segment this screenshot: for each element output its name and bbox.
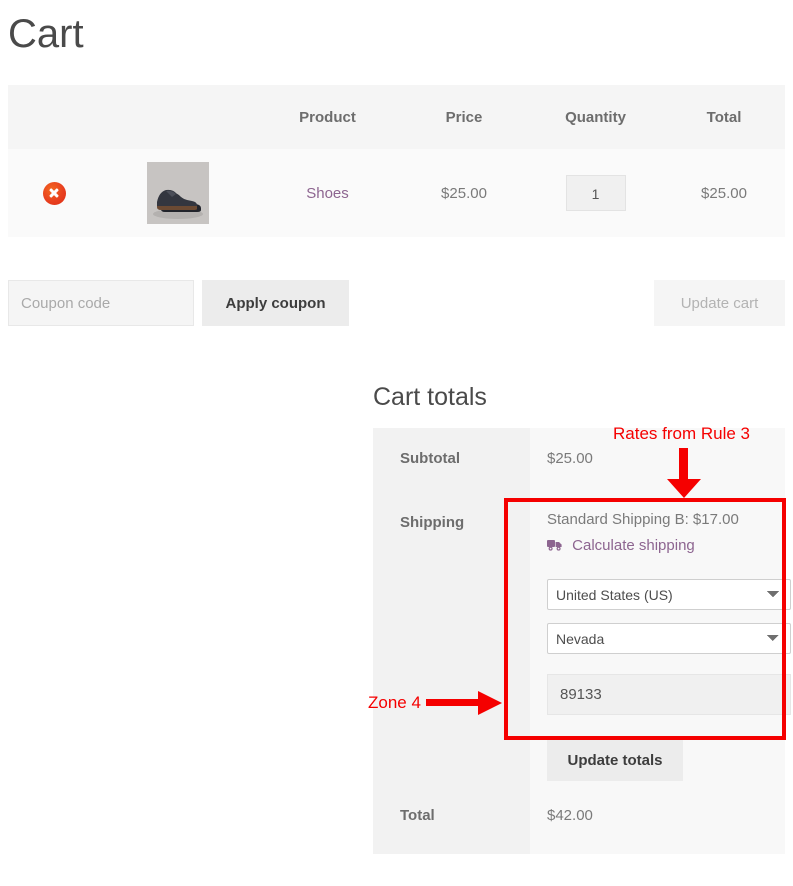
column-header-product: Product: [255, 85, 400, 149]
column-header-price: Price: [400, 85, 528, 149]
cell-quantity: 1: [528, 149, 663, 237]
postcode-input[interactable]: [547, 674, 791, 715]
cell-remove: [8, 149, 100, 237]
annotation-rates-label: Rates from Rule 3: [613, 424, 750, 443]
shipping-label: Shipping: [373, 489, 530, 781]
country-select[interactable]: United States (US): [547, 579, 791, 610]
truck-icon: [547, 538, 563, 558]
column-header-total: Total: [663, 85, 785, 149]
column-header-thumbnail: [100, 85, 255, 149]
product-thumbnail[interactable]: [146, 162, 209, 224]
subtotal-label: Subtotal: [373, 428, 530, 489]
calculate-shipping-link[interactable]: Calculate shipping: [547, 536, 695, 558]
apply-coupon-button[interactable]: Apply coupon: [202, 280, 349, 326]
calculate-shipping-label: Calculate shipping: [572, 537, 695, 554]
page-title: Cart: [8, 12, 84, 56]
table-row: Shoes $25.00 1 $25.00: [8, 149, 785, 237]
cart-table: Product Price Quantity Total Shoes $25.0…: [8, 85, 785, 237]
order-total-label: Total: [373, 781, 530, 854]
cell-product: Shoes: [255, 149, 400, 237]
remove-circle-icon[interactable]: [42, 181, 66, 205]
product-link-shoes[interactable]: Shoes: [306, 185, 349, 202]
column-header-quantity: Quantity: [528, 85, 663, 149]
quantity-input[interactable]: 1: [565, 175, 626, 211]
totals-row-shipping: Shipping Standard Shipping B: $17.00 Cal…: [373, 489, 791, 781]
column-header-remove: [8, 85, 100, 149]
shipping-method-text: Standard Shipping B: $17.00: [547, 511, 739, 528]
annotation-zone-label: Zone 4: [368, 693, 421, 712]
cart-totals-table: Subtotal $25.00 Shipping Standard Shippi…: [373, 428, 791, 854]
cell-line-total: $25.00: [663, 149, 785, 237]
order-total-value: $42.00: [530, 781, 785, 854]
update-cart-button[interactable]: Update cart: [654, 280, 785, 326]
coupon-code-input[interactable]: [8, 280, 194, 326]
cart-table-header-row: Product Price Quantity Total: [8, 85, 785, 149]
update-totals-button[interactable]: Update totals: [547, 739, 683, 781]
cell-thumbnail: [100, 149, 255, 237]
coupon-row: Apply coupon Update cart: [8, 280, 785, 326]
cart-totals-title: Cart totals: [373, 383, 487, 411]
shipping-cell: Standard Shipping B: $17.00 Calculate sh…: [530, 489, 791, 781]
cell-price: $25.00: [400, 149, 528, 237]
state-select[interactable]: Nevada: [547, 623, 791, 654]
totals-row-total: Total $42.00: [373, 781, 785, 854]
